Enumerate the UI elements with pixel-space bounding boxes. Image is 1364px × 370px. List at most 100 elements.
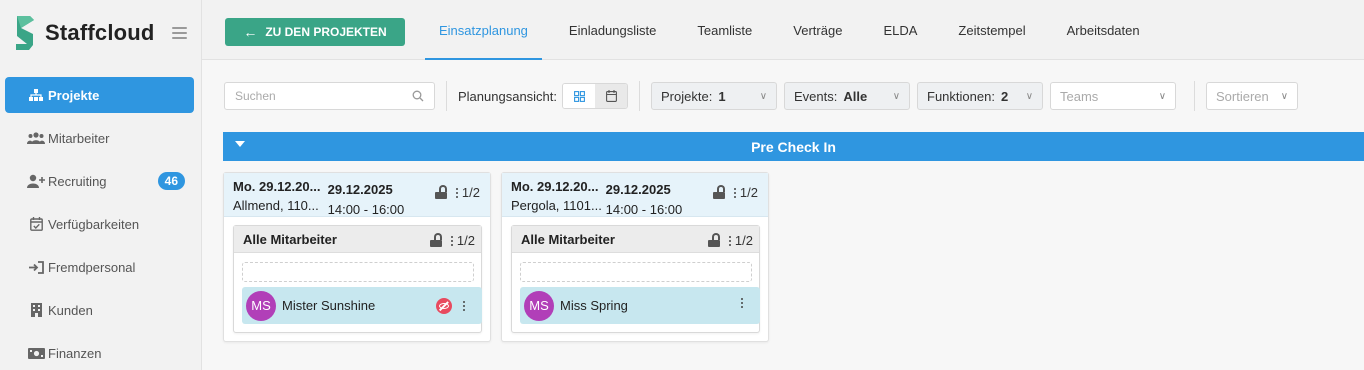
sidebar-item-fremdpersonal[interactable]: Fremdpersonal: [5, 249, 194, 285]
menu-toggle-icon[interactable]: [172, 27, 187, 39]
event-date-end: 29.12.2025: [605, 182, 671, 197]
sign-in-icon: [27, 260, 45, 274]
main-content: Planungsansicht: Projekte: 1 ∨ Events: A…: [202, 60, 1364, 370]
sidebar-item-label: Verfügbarkeiten: [48, 216, 140, 232]
event-time: 14:00 - 16:00: [605, 202, 683, 217]
chevron-down-icon: ∨: [1280, 90, 1289, 102]
sidebar-item-label: Finanzen: [48, 345, 102, 361]
sidebar: Staffcloud Projekte Mitarbeiter Recruiti…: [0, 0, 202, 370]
tab-einsatzplanung[interactable]: Einsatzplanung: [425, 0, 542, 60]
event-card[interactable]: Mo. 29.12.20... 29.12.2025 Allmend, 110.…: [223, 172, 491, 342]
search-icon: [412, 90, 424, 102]
chevron-down-icon: ∨: [1158, 90, 1167, 102]
projekte-filter-dropdown[interactable]: Projekte: 1 ∨: [651, 82, 778, 110]
projekte-filter-label: Projekte:: [661, 88, 713, 104]
sidebar-item-recruiting[interactable]: Recruiting 46: [5, 163, 194, 199]
search-field[interactable]: [224, 82, 435, 110]
more-options-icon[interactable]: [455, 187, 459, 198]
calendar-check-icon: [27, 217, 45, 231]
events-filter-label: Events:: [794, 88, 838, 104]
planning-view-label: Planungsansicht:: [458, 88, 558, 104]
sidebar-item-verfuegbarkeiten[interactable]: Verfügbarkeiten: [5, 206, 194, 242]
sort-dropdown[interactable]: Sortieren ∨: [1206, 82, 1299, 110]
tab-teamliste[interactable]: Teamliste: [683, 0, 766, 60]
unlock-icon[interactable]: [712, 185, 725, 199]
event-staff-count: 1/2: [461, 185, 480, 200]
phase-header-pre-check-in[interactable]: Pre Check In: [223, 132, 1364, 161]
more-options-icon[interactable]: [450, 235, 454, 246]
unlock-icon[interactable]: [707, 233, 720, 247]
events-filter-dropdown[interactable]: Events: Alle ∨: [784, 82, 911, 110]
event-card-header: Mo. 29.12.20... 29.12.2025 Pergola, 1101…: [502, 173, 768, 217]
sidebar-item-label: Fremdpersonal: [48, 259, 136, 275]
sidebar-nav: Projekte Mitarbeiter Recruiting 46 Verfü…: [0, 77, 202, 370]
tab-einladungsliste[interactable]: Einladungsliste: [555, 0, 670, 60]
search-input[interactable]: [235, 89, 412, 103]
function-group-count: 1/2: [456, 233, 475, 248]
sort-placeholder: Sortieren: [1216, 88, 1269, 104]
assignment-dropzone[interactable]: [242, 262, 474, 282]
more-options-icon[interactable]: [733, 187, 737, 198]
event-card[interactable]: Mo. 29.12.20... 29.12.2025 Pergola, 1101…: [501, 172, 769, 342]
event-date-start: Mo. 29.12.20...: [233, 179, 321, 194]
divider: [1194, 81, 1196, 111]
assignment-dropzone[interactable]: [520, 262, 752, 282]
sidebar-item-projekte[interactable]: Projekte: [5, 77, 194, 113]
project-tabs: Einsatzplanung Einladungsliste Teamliste…: [425, 0, 1167, 60]
logo[interactable]: Staffcloud: [14, 14, 155, 52]
event-card-header: Mo. 29.12.20... 29.12.2025 Allmend, 110.…: [224, 173, 490, 217]
sidebar-item-label: Projekte: [48, 87, 100, 103]
teams-filter-dropdown[interactable]: Teams ∨: [1050, 82, 1177, 110]
sidebar-item-kunden[interactable]: Kunden: [5, 292, 194, 328]
money-bill-icon: [27, 346, 45, 360]
more-options-icon[interactable]: [463, 301, 466, 311]
funktionen-filter-value: 2: [1000, 88, 1009, 104]
users-icon: [27, 131, 45, 145]
divider: [639, 81, 641, 111]
funktionen-filter-dropdown[interactable]: Funktionen: 2 ∨: [917, 82, 1044, 110]
sidebar-item-mitarbeiter[interactable]: Mitarbeiter: [5, 120, 194, 156]
unlock-icon[interactable]: [429, 233, 442, 247]
function-group-header: Alle Mitarbeiter 1/2: [512, 226, 759, 253]
teams-filter-placeholder: Teams: [1060, 88, 1099, 104]
event-date-end: 29.12.2025: [327, 182, 393, 197]
logo-text: Staffcloud: [45, 20, 155, 45]
member-name: Mister Sunshine: [282, 298, 376, 313]
avatar: MS: [524, 290, 554, 321]
arrow-left-icon: ←: [243, 24, 258, 40]
unlock-icon[interactable]: [434, 185, 447, 199]
more-options-icon[interactable]: [728, 235, 732, 246]
calendar-view-button[interactable]: [595, 84, 628, 108]
calendar-icon: [605, 90, 617, 102]
caret-down-icon: [235, 141, 245, 147]
avatar: MS: [246, 290, 276, 321]
function-group: Alle Mitarbeiter 1/2 MS Miss Spring: [511, 225, 760, 333]
planning-view-toggle: [562, 83, 629, 109]
event-time: 14:00 - 16:00: [327, 202, 405, 217]
function-group-title: Alle Mitarbeiter: [521, 231, 615, 247]
eye-slash-icon[interactable]: [436, 298, 452, 314]
grid-icon: [573, 90, 585, 102]
sidebar-item-label: Recruiting: [48, 173, 107, 189]
events-filter-value: Alle: [843, 88, 868, 104]
tab-vertraege[interactable]: Verträge: [779, 0, 856, 60]
function-group-header: Alle Mitarbeiter 1/2: [234, 226, 481, 253]
assigned-member[interactable]: MS Mister Sunshine: [242, 287, 482, 324]
back-to-projects-button[interactable]: ← ZU DEN PROJEKTEN: [225, 18, 405, 46]
sidebar-item-finanzen[interactable]: Finanzen: [5, 335, 194, 370]
assigned-member[interactable]: MS Miss Spring: [520, 287, 760, 324]
chevron-down-icon: ∨: [759, 90, 768, 102]
tab-arbeitsdaten[interactable]: Arbeitsdaten: [1053, 0, 1154, 60]
tab-zeitstempel[interactable]: Zeitstempel: [944, 0, 1039, 60]
divider: [446, 81, 447, 111]
sitemap-icon: [27, 88, 45, 102]
event-date-start: Mo. 29.12.20...: [511, 179, 599, 194]
more-options-icon[interactable]: [741, 298, 744, 308]
filter-bar: Planungsansicht: Projekte: 1 ∨ Events: A…: [224, 81, 1305, 111]
tab-elda[interactable]: ELDA: [869, 0, 931, 60]
event-staff-count: 1/2: [739, 185, 758, 200]
funktionen-filter-label: Funktionen:: [927, 88, 995, 104]
event-location: Allmend, 110...: [233, 198, 319, 213]
grid-view-button[interactable]: [563, 84, 596, 108]
projekte-filter-value: 1: [718, 88, 726, 104]
